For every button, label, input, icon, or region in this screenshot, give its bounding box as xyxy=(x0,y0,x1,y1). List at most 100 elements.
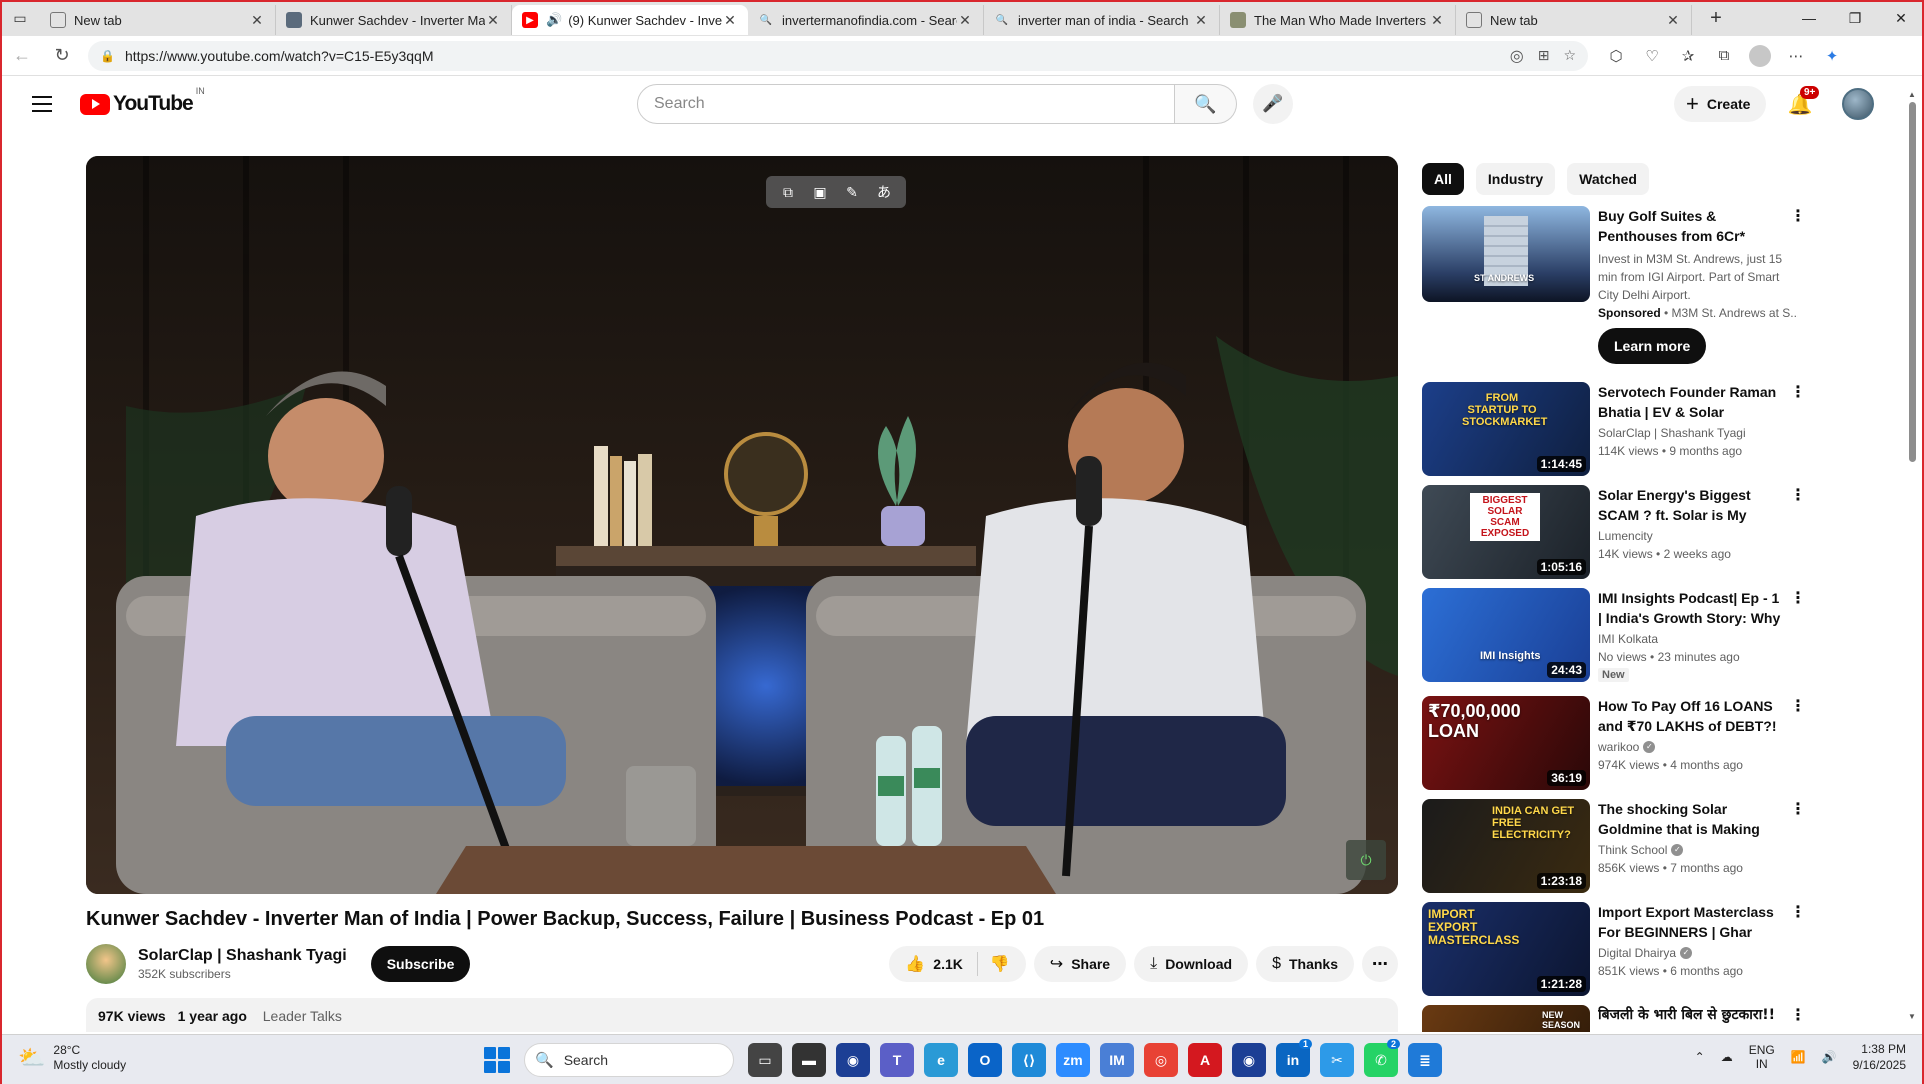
collections-icon[interactable]: ⧉ xyxy=(1706,41,1742,71)
browser-tab[interactable]: Kunwer Sachdev - Inverter Man of India ✕ xyxy=(276,5,512,35)
close-icon[interactable]: ✕ xyxy=(485,12,501,29)
more-vertical-icon[interactable]: ⋮ xyxy=(1790,382,1806,402)
zoom-icon[interactable]: zm xyxy=(1056,1043,1090,1077)
recommendation-channel[interactable]: IMI Kolkata xyxy=(1598,632,1798,646)
channel-watermark-icon[interactable]: ⏻ xyxy=(1346,840,1386,880)
scrollbar-thumb[interactable] xyxy=(1909,102,1916,462)
page-scrollbar[interactable]: ▲ ▼ xyxy=(1906,90,1918,1026)
task-view-icon[interactable]: ▭ xyxy=(748,1043,782,1077)
wifi-icon[interactable]: 📶 xyxy=(1791,1050,1806,1064)
folder-icon[interactable]: ▬ xyxy=(792,1043,826,1077)
video-thumbnail[interactable]: IMI Insights 24:43 xyxy=(1422,588,1590,682)
video-thumbnail[interactable]: NEW SEASON xyxy=(1422,1005,1590,1032)
video-player[interactable]: ⧉ ▣ ✎ あ ⏻ xyxy=(86,156,1398,894)
close-icon[interactable]: ✕ xyxy=(957,12,973,29)
close-icon[interactable]: ✕ xyxy=(1193,12,1209,29)
windows-start-icon[interactable] xyxy=(484,1047,510,1073)
more-vertical-icon[interactable]: ⋮ xyxy=(1790,799,1806,819)
notepad-icon[interactable]: ≣ xyxy=(1408,1043,1442,1077)
more-options-icon[interactable]: ⋯ xyxy=(1778,41,1814,71)
hamburger-menu-icon[interactable] xyxy=(30,92,54,116)
extensions-icon[interactable]: ⬡ xyxy=(1598,41,1634,71)
sponsored-item[interactable]: ST ANDREWS Buy Golf Suites & Penthouses … xyxy=(1422,206,1806,364)
thanks-button[interactable]: $ Thanks xyxy=(1256,946,1354,982)
more-vertical-icon[interactable]: ⋮ xyxy=(1790,206,1806,226)
video-thumbnail[interactable]: ₹70,00,000 LOAN 36:19 xyxy=(1422,696,1590,790)
capture-icon[interactable]: ▣ xyxy=(804,178,836,206)
close-icon[interactable]: ✕ xyxy=(249,12,265,29)
description-box[interactable]: 97K views 1 year ago Leader Talks xyxy=(86,998,1398,1032)
chevron-up-icon[interactable]: ⌃ xyxy=(1695,1050,1705,1064)
language-indicator[interactable]: ENG IN xyxy=(1749,1043,1775,1071)
ad-thumbnail[interactable]: ST ANDREWS xyxy=(1422,206,1590,302)
app-icon-dark[interactable]: ◉ xyxy=(1232,1043,1266,1077)
recommendation-item[interactable]: NEW SEASON बिजली के भारी बिल से छुटकारा!… xyxy=(1422,1005,1806,1032)
close-icon[interactable]: ✕ xyxy=(1429,12,1445,29)
create-button[interactable]: + Create xyxy=(1674,86,1767,122)
minimize-icon[interactable]: — xyxy=(1786,0,1832,36)
translate-icon[interactable]: あ xyxy=(868,178,900,206)
app-icon-ims[interactable]: IM xyxy=(1100,1043,1134,1077)
channel-name[interactable]: SolarClap | Shashank Tyagi xyxy=(138,947,347,965)
close-window-icon[interactable]: ✕ xyxy=(1878,0,1924,36)
notes-icon[interactable]: ✎ xyxy=(836,178,868,206)
refresh-icon[interactable]: ↻ xyxy=(44,38,80,74)
tab-actions-icon[interactable]: ▭ xyxy=(0,0,40,36)
favorites-icon[interactable]: ✰ xyxy=(1670,41,1706,71)
new-tab-button[interactable]: + xyxy=(1698,7,1734,30)
more-vertical-icon[interactable]: ⋮ xyxy=(1790,902,1806,922)
clock[interactable]: 1:38 PM 9/16/2025 xyxy=(1853,1041,1906,1073)
recommendation-channel[interactable]: SolarClap | Shashank Tyagi xyxy=(1598,426,1798,440)
chip-all[interactable]: All xyxy=(1422,163,1464,195)
recommendation-channel[interactable]: Lumencity xyxy=(1598,529,1798,543)
recommendation-item[interactable]: IMI Insights 24:43 IMI Insights Podcast|… xyxy=(1422,588,1806,683)
video-thumbnail[interactable]: BIGGEST SOLAR SCAM EXPOSED 1:05:16 xyxy=(1422,485,1590,579)
browser-tab[interactable]: New tab ✕ xyxy=(1456,5,1692,35)
recommendation-item[interactable]: IMPORT EXPORT MASTERCLASS 1:21:28 Import… xyxy=(1422,902,1806,996)
scroll-down-icon[interactable]: ▼ xyxy=(1906,1012,1918,1021)
close-icon[interactable]: ✕ xyxy=(1665,12,1681,29)
performance-icon[interactable]: ♡ xyxy=(1634,41,1670,71)
browser-tab[interactable]: 🔍 inverter man of india - Search ✕ xyxy=(984,5,1220,35)
scroll-up-icon[interactable]: ▲ xyxy=(1906,90,1918,99)
recommendation-item[interactable]: ₹70,00,000 LOAN 36:19 How To Pay Off 16 … xyxy=(1422,696,1806,790)
lock-icon[interactable]: 🔒 xyxy=(100,49,115,63)
recommendation-item[interactable]: FROM STARTUP TO STOCKMARKET 1:14:45 Serv… xyxy=(1422,382,1806,476)
browser-tab[interactable]: New tab ✕ xyxy=(40,5,276,35)
video-thumbnail[interactable]: FROM STARTUP TO STOCKMARKET 1:14:45 xyxy=(1422,382,1590,476)
copilot-icon[interactable]: ✦ xyxy=(1814,41,1850,71)
reader-icon[interactable]: ◎ xyxy=(1510,46,1524,66)
search-button[interactable]: 🔍 xyxy=(1175,84,1237,124)
learn-more-button[interactable]: Learn more xyxy=(1598,328,1707,364)
chrome-icon[interactable]: ◎ xyxy=(1144,1043,1178,1077)
recommendation-channel[interactable]: warikoo ✓ xyxy=(1598,740,1798,754)
close-icon[interactable]: ✕ xyxy=(722,12,738,29)
snipping-tool-icon[interactable]: ✂ xyxy=(1320,1043,1354,1077)
more-vertical-icon[interactable]: ⋮ xyxy=(1790,696,1806,716)
youtube-logo[interactable]: YouTube IN xyxy=(80,86,205,116)
browser-tab-active[interactable]: ▶ 🔊 (9) Kunwer Sachdev - Inverter Man of… xyxy=(512,5,748,35)
video-tag[interactable]: Leader Talks xyxy=(263,1008,342,1024)
chip-industry[interactable]: Industry xyxy=(1475,163,1556,195)
download-button[interactable]: ⤓ Download xyxy=(1134,946,1249,982)
voice-search-button[interactable]: 🎤 xyxy=(1253,84,1293,124)
outlook-icon[interactable]: O xyxy=(968,1043,1002,1077)
video-thumbnail[interactable]: IMPORT EXPORT MASTERCLASS 1:21:28 xyxy=(1422,902,1590,996)
speaker-icon[interactable]: 🔊 xyxy=(546,12,562,28)
address-bar[interactable]: 🔒 https://www.youtube.com/watch?v=C15-E5… xyxy=(88,40,1588,71)
chip-watched[interactable]: Watched xyxy=(1567,163,1649,195)
recommendation-item[interactable]: BIGGEST SOLAR SCAM EXPOSED 1:05:16 Solar… xyxy=(1422,485,1806,579)
teams-icon[interactable]: T xyxy=(880,1043,914,1077)
back-icon[interactable]: ← xyxy=(4,38,40,74)
app-icon-blue[interactable]: ◉ xyxy=(836,1043,870,1077)
notifications-button[interactable]: 🔔 9+ xyxy=(1786,86,1820,118)
more-vertical-icon[interactable]: ⋮ xyxy=(1790,485,1806,505)
pip-icon[interactable]: ⧉ xyxy=(772,178,804,206)
more-vertical-icon[interactable]: ⋮ xyxy=(1790,1005,1806,1025)
channel-avatar[interactable] xyxy=(86,944,126,984)
share-button[interactable]: ↪ Share xyxy=(1033,946,1127,982)
profile-avatar[interactable] xyxy=(1749,44,1771,67)
recommendation-item[interactable]: INDIA CAN GET FREE ELECTRICITY? 1:23:18 … xyxy=(1422,799,1806,893)
recommendation-channel[interactable]: Think School ✓ xyxy=(1598,843,1798,857)
account-avatar[interactable] xyxy=(1842,88,1874,120)
